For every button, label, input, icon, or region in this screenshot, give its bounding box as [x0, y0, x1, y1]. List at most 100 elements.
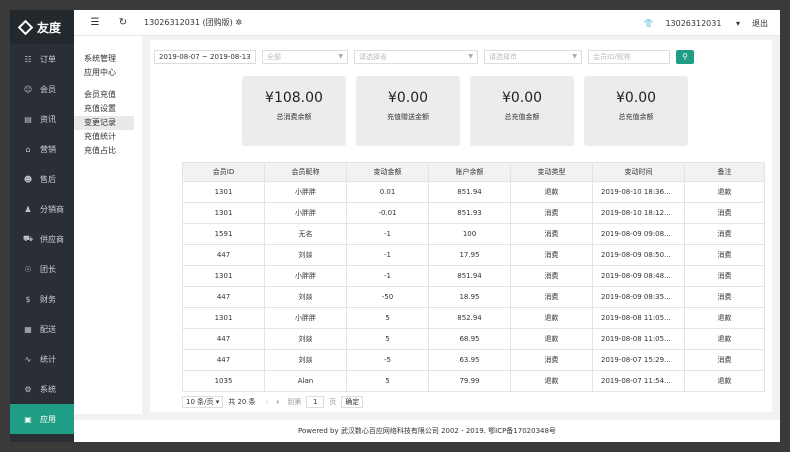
table-cell: -0.01 — [346, 202, 429, 224]
sidebar-item-suppliers[interactable]: ⛟ 供应商 — [10, 224, 74, 254]
shop-title[interactable]: 13026312031 (团购版) ✲ — [144, 17, 242, 28]
table-cell: 0.01 — [346, 181, 429, 203]
table-cell: 退款 — [510, 181, 593, 203]
prev-page-icon[interactable]: ‹ — [266, 398, 269, 406]
table-cell: 447 — [182, 286, 265, 308]
card-label: 总充值余额 — [618, 113, 654, 121]
table-cell: 退款 — [684, 370, 765, 392]
logo[interactable]: 友度 — [10, 10, 74, 44]
summary-card: ¥108.00 总消费余额 — [242, 76, 346, 146]
subnav-app-center[interactable]: 应用中心 — [74, 66, 142, 80]
column-header: 变动类型 — [510, 162, 593, 182]
table-cell: 447 — [182, 244, 265, 266]
refresh-icon[interactable]: ↻ — [116, 17, 130, 28]
city-select[interactable]: 请选择市 ▼ — [484, 50, 582, 64]
sidebar-item-stats[interactable]: ∿ 统计 — [10, 344, 74, 374]
footer: Powered by 武汉数心百应网络科技有限公司 2002 - 2019. 鄂… — [74, 420, 780, 442]
sidebar-item-system[interactable]: ⚙ 系统 — [10, 374, 74, 404]
system-icon: ⚙ — [24, 384, 32, 394]
subnav-system-manage[interactable]: 系统管理 — [74, 52, 142, 66]
logo-text: 友度 — [37, 20, 62, 35]
province-select[interactable]: 请选择省 ▼ — [354, 50, 478, 64]
table-row: 1301 小胖胖 -0.01 851.93 消费 2019-08-10 18:12... 消… — [182, 202, 765, 224]
table-cell: 68.95 — [428, 328, 511, 350]
sidebar-item-label: 售后 — [40, 174, 56, 184]
table-cell: 100 — [428, 223, 511, 245]
sidebar-item-orders[interactable]: ☷ 订单 — [10, 44, 74, 74]
summary-card: ¥0.00 总充值余额 — [584, 76, 688, 146]
news-icon: ▤ — [24, 114, 32, 124]
column-header: 账户余额 — [428, 162, 511, 182]
table-cell: -50 — [346, 286, 429, 308]
sidebar-item-news[interactable]: ▤ 资讯 — [10, 104, 74, 134]
members-icon: ☺ — [23, 84, 33, 94]
table-cell: -1 — [346, 265, 429, 287]
table-cell: 消费 — [684, 265, 765, 287]
table-row: 447 刘燚 -5 63.95 消费 2019-08-07 15:29... 消费 — [182, 349, 765, 371]
member-search-input[interactable]: 会员ID/昵称 — [588, 50, 670, 64]
page-input[interactable]: 1 — [306, 396, 325, 408]
logout-link[interactable]: 退出 — [752, 18, 768, 29]
gear-icon: ✲ — [235, 18, 243, 27]
chevron-down-icon: ▼ — [468, 53, 473, 60]
table-cell: 消费 — [684, 349, 765, 371]
sidebar-item-leaders[interactable]: ☉ 团长 — [10, 254, 74, 284]
chevron-down-icon: ▼ — [338, 53, 343, 60]
table-cell: -1 — [346, 244, 429, 266]
table-cell: 刘燚 — [264, 328, 347, 350]
user-menu[interactable]: 13026312031 ▾ — [665, 19, 740, 28]
table-cell: 851.93 — [428, 202, 511, 224]
page-unit-label: 页 — [329, 398, 337, 406]
next-page-icon[interactable]: › — [276, 398, 279, 406]
sidebar-item-finance[interactable]: $ 财务 — [10, 284, 74, 314]
suppliers-icon: ⛟ — [22, 234, 34, 243]
marketing-icon: ⌂ — [25, 144, 31, 154]
sidebar-item-aftersale[interactable]: ☻ 售后 — [10, 164, 74, 194]
table-cell: 退款 — [684, 307, 765, 329]
table-cell: 17.95 — [428, 244, 511, 266]
sidebar-item-members[interactable]: ☺ 会员 — [10, 74, 74, 104]
table-cell: 退款 — [684, 181, 765, 203]
table-cell: 1591 — [182, 223, 265, 245]
distributors-icon: ♟ — [24, 204, 32, 214]
column-header: 变动时间 — [592, 162, 685, 182]
sidebar-item-apps[interactable]: ▣ 应用 — [10, 404, 74, 434]
menu-toggle-icon[interactable]: ☰ — [88, 17, 102, 28]
delivery-icon: ▦ — [24, 324, 32, 334]
sidebar-nav: ☷ 订单 ☺ 会员 ▤ 资讯 ⌂ 营销 ☻ 售后 ♟ 分销商 ⛟ 供应商 ☉ 团长 $ 财务 ▦ 配送 ∿ 统计 ⚙ 系统 ▣ 应… — [10, 44, 74, 434]
search-button[interactable]: ⚲ — [676, 50, 694, 64]
goto-label: 到第 — [287, 398, 302, 406]
table-cell: 447 — [182, 328, 265, 350]
shirt-icon[interactable]: 👕 — [643, 19, 653, 28]
orders-icon: ☷ — [24, 54, 32, 64]
table-row: 447 刘燚 -50 18.95 消费 2019-08-09 08:35... 消费 — [182, 286, 765, 308]
column-header: 会员昵称 — [264, 162, 347, 182]
card-amount: ¥108.00 — [265, 90, 323, 106]
subnav-recharge-stats[interactable]: 充值统计 — [74, 130, 142, 144]
sidebar-item-marketing[interactable]: ⌂ 营销 — [10, 134, 74, 164]
table-cell: 79.99 — [428, 370, 511, 392]
table-cell: 2019-08-10 18:12... — [592, 202, 685, 224]
table-cell: 851.94 — [428, 181, 511, 203]
confirm-button[interactable]: 确定 — [341, 396, 364, 408]
sidebar-item-label: 资讯 — [40, 114, 56, 124]
subnav-recharge-settings[interactable]: 充值设置 — [74, 102, 142, 116]
date-range-input[interactable]: 2019-08-07 ~ 2019-08-13 — [154, 50, 256, 64]
sidebar-item-delivery[interactable]: ▦ 配送 — [10, 314, 74, 344]
app-window: 友度 ☷ 订单 ☺ 会员 ▤ 资讯 ⌂ 营销 ☻ 售后 ♟ 分销商 ⛟ 供应商 ☉ 团长 $ 财务 ▦ 配送 ∿ 统计 ⚙ 系… — [10, 10, 780, 442]
per-page-select[interactable]: 10 条/页 ▾ — [182, 396, 224, 408]
type-select[interactable]: 全部 ▼ — [262, 50, 348, 64]
subnav-member-recharge[interactable]: 会员充值 — [74, 88, 142, 102]
sidebar-item-distributors[interactable]: ♟ 分销商 — [10, 194, 74, 224]
sidebar-item-label: 订单 — [40, 54, 56, 64]
table-cell: 1301 — [182, 181, 265, 203]
subnav-change-records[interactable]: 变更记录 — [74, 116, 134, 130]
table-cell: 消费 — [510, 265, 593, 287]
subnav-recharge-ratio[interactable]: 充值占比 — [74, 144, 142, 158]
card-amount: ¥0.00 — [501, 90, 543, 106]
table-cell: 小胖胖 — [264, 265, 347, 287]
table-cell: Alan — [264, 370, 347, 392]
table-cell: -1 — [346, 223, 429, 245]
column-header: 变动金额 — [346, 162, 429, 182]
table-cell: 2019-08-07 11:54... — [592, 370, 685, 392]
